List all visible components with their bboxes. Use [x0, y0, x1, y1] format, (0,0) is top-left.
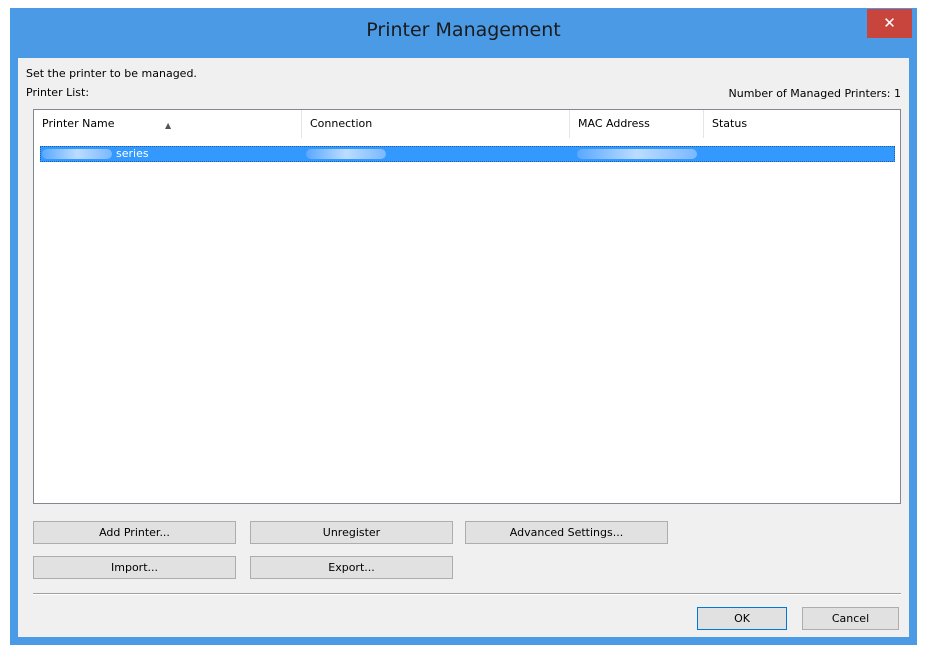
add-printer-button[interactable]: Add Printer...: [33, 521, 236, 544]
ok-button[interactable]: OK: [697, 607, 787, 630]
cancel-button[interactable]: Cancel: [802, 607, 899, 630]
mac-address-cell: [577, 149, 697, 159]
printer-name-cell: series: [116, 147, 149, 160]
advanced-settings-button[interactable]: Advanced Settings...: [465, 521, 668, 544]
window-title: Printer Management: [366, 19, 561, 41]
sort-ascending-icon: ▲: [165, 121, 172, 130]
title-bar[interactable]: Printer Management ✕: [10, 8, 917, 58]
export-button[interactable]: Export...: [250, 556, 453, 579]
printer-list[interactable]: Printer Name ▲ Connection MAC Address St…: [33, 109, 901, 504]
close-icon: ✕: [883, 14, 896, 32]
printer-management-window: Printer Management ✕ Set the printer to …: [10, 8, 917, 645]
printer-list-label: Printer List:: [26, 86, 90, 99]
close-button[interactable]: ✕: [867, 9, 912, 38]
unregister-button[interactable]: Unregister: [250, 521, 453, 544]
column-header-connection[interactable]: Connection: [302, 110, 570, 138]
separator: [33, 593, 901, 595]
table-row[interactable]: series: [40, 146, 895, 162]
import-button[interactable]: Import...: [33, 556, 236, 579]
column-header-mac-address[interactable]: MAC Address: [570, 110, 704, 138]
instructions-text: Set the printer to be managed.: [26, 67, 197, 80]
column-header-printer-name[interactable]: Printer Name ▲: [34, 110, 302, 138]
managed-printers-count: Number of Managed Printers: 1: [728, 87, 901, 100]
connection-cell: [306, 149, 386, 159]
dialog-body: Set the printer to be managed. Printer L…: [18, 58, 909, 637]
column-header-status[interactable]: Status: [704, 110, 900, 138]
redacted-printer-name: [42, 149, 112, 159]
